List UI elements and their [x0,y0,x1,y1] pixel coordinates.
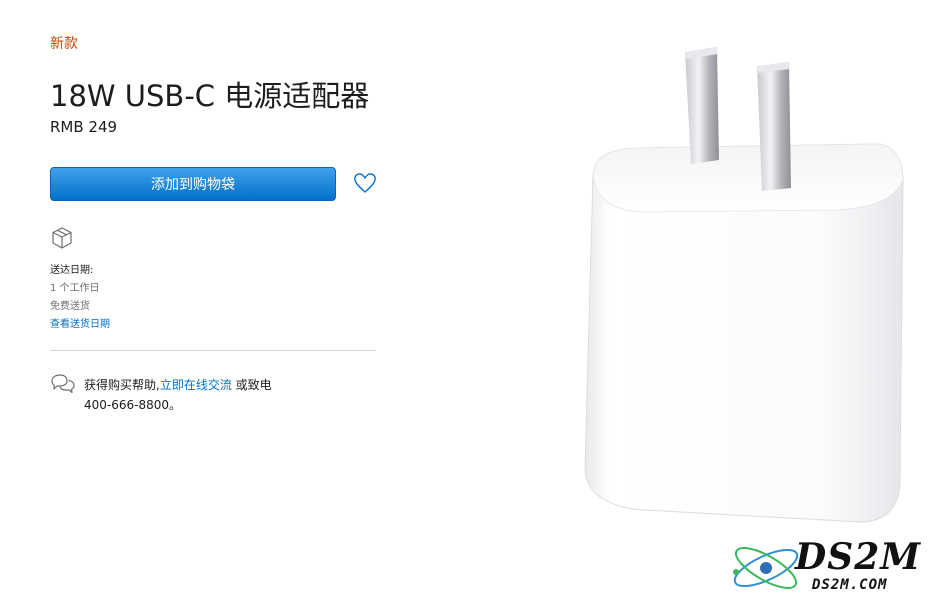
product-title: 18W USB-C 电源适配器 [50,79,370,113]
new-badge: 新款 [50,36,78,52]
product-price: RMB 249 [50,118,118,136]
shipping-box-icon [52,227,72,249]
live-chat-link[interactable]: 立即在线交流 [160,378,232,392]
watermark-domain: DS2M.COM [812,577,888,593]
delivery-time: 1 个工作日 [50,283,100,294]
help-suffix: 或致电 [231,378,272,392]
help-prefix: 获得购买帮助, [84,378,160,392]
chat-bubbles-icon [51,374,75,394]
watermark-brand: DS2M [795,536,922,578]
free-shipping: 免费送货 [50,301,90,312]
add-to-bag-label: 添加到购物袋 [151,177,235,193]
delivery-heading: 送达日期: [50,265,94,276]
help-phone: 400-666-8800。 [84,398,182,412]
product-image [584,47,904,523]
favorite-heart-icon[interactable] [352,170,378,196]
section-divider [50,350,376,351]
add-to-bag-button[interactable]: 添加到购物袋 [50,167,336,201]
check-delivery-link[interactable]: 查看送货日期 [50,315,110,330]
purchase-help: 获得购买帮助,立即在线交流 或致电 400-666-8800。 [84,375,272,415]
